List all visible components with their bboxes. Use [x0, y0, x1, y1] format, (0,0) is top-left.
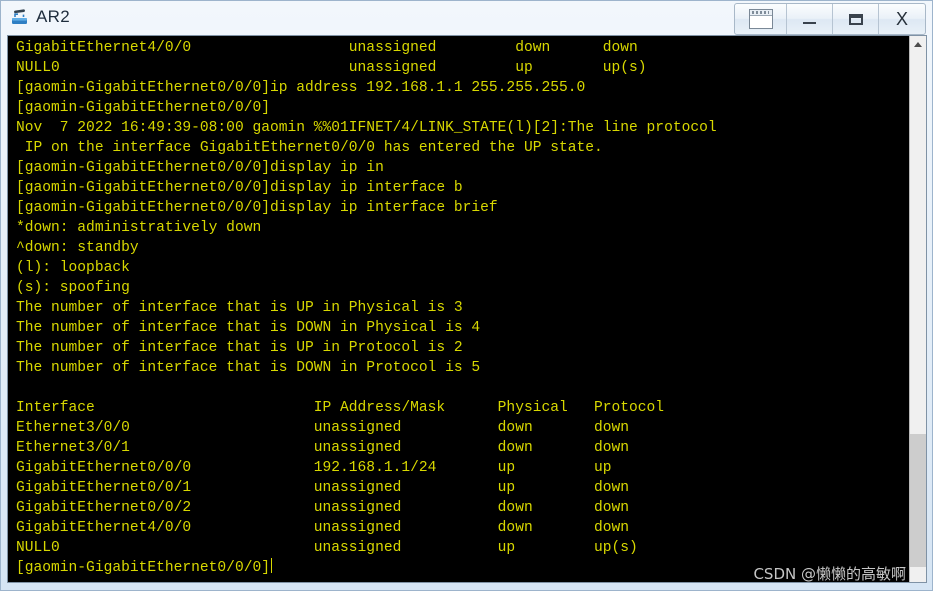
terminal-line: (l): loopback [16, 260, 130, 276]
router-icon [10, 8, 29, 27]
minimize-icon [803, 22, 816, 24]
terminal-line: GigabitEthernet4/0/0 unassigned down dow… [16, 520, 630, 536]
terminal-line: (s): spoofing [16, 280, 130, 296]
terminal-line: NULL0 unassigned up up(s) [16, 540, 638, 556]
terminal-line: *down: administratively down [16, 220, 262, 236]
terminal-line: [gaomin-GigabitEthernet0/0/0] [16, 100, 270, 116]
close-icon: X [895, 9, 908, 29]
title-group: AR2 [10, 4, 70, 30]
text-cursor [270, 558, 272, 573]
terminal-line: [gaomin-GigabitEthernet0/0/0]display ip … [16, 160, 384, 176]
chevron-up-icon [914, 42, 922, 47]
terminal-line: GigabitEthernet0/0/2 unassigned down dow… [16, 500, 630, 516]
terminal-line: GigabitEthernet4/0/0 unassigned down dow… [16, 40, 638, 56]
terminal-line: The number of interface that is DOWN in … [16, 360, 481, 376]
window-title: AR2 [36, 7, 70, 26]
terminal-line: Interface IP Address/Mask Physical Proto… [16, 400, 665, 416]
window-titlebar[interactable]: AR2 X [1, 1, 933, 35]
terminal-line: [gaomin-GigabitEthernet0/0/0] [16, 558, 272, 576]
terminal-line: [gaomin-GigabitEthernet0/0/0]ip address … [16, 80, 586, 96]
window-panel-icon [748, 9, 773, 29]
terminal-line: Ethernet3/0/1 unassigned down down [16, 440, 630, 456]
terminal-scrollbar[interactable] [909, 36, 926, 582]
terminal-line: ^down: standby [16, 240, 139, 256]
terminal-line: NULL0 unassigned up up(s) [16, 60, 647, 76]
terminal-line: IP on the interface GigabitEthernet0/0/0… [16, 140, 603, 156]
terminal-line: Nov 7 2022 16:49:39-08:00 gaomin %%01IFN… [16, 120, 717, 136]
restore-panel-button[interactable] [735, 4, 787, 34]
window-controls: X [734, 3, 926, 35]
terminal-line: [gaomin-GigabitEthernet0/0/0]display ip … [16, 180, 463, 196]
scrollbar-thumb[interactable] [910, 434, 926, 567]
close-button[interactable]: X [879, 4, 925, 34]
maximize-icon [848, 13, 863, 25]
terminal-line: Ethernet3/0/0 unassigned down down [16, 420, 630, 436]
terminal-line: GigabitEthernet0/0/0 192.168.1.1/24 up u… [16, 460, 612, 476]
terminal-line: The number of interface that is UP in Ph… [16, 300, 463, 316]
minimize-button[interactable] [787, 4, 833, 34]
terminal-line: [gaomin-GigabitEthernet0/0/0]display ip … [16, 200, 498, 216]
terminal-line: The number of interface that is DOWN in … [16, 320, 481, 336]
maximize-button[interactable] [833, 4, 879, 34]
terminal-line: GigabitEthernet0/0/1 unassigned up down [16, 480, 630, 496]
terminal-output[interactable]: GigabitEthernet4/0/0 unassigned down dow… [8, 36, 909, 582]
terminal-frame: GigabitEthernet4/0/0 unassigned down dow… [7, 35, 927, 583]
scroll-up-button[interactable] [910, 36, 926, 53]
router-cli-window: AR2 X GigabitEthernet4/0/0 unassigned do… [0, 0, 933, 591]
terminal-line: The number of interface that is UP in Pr… [16, 340, 463, 356]
